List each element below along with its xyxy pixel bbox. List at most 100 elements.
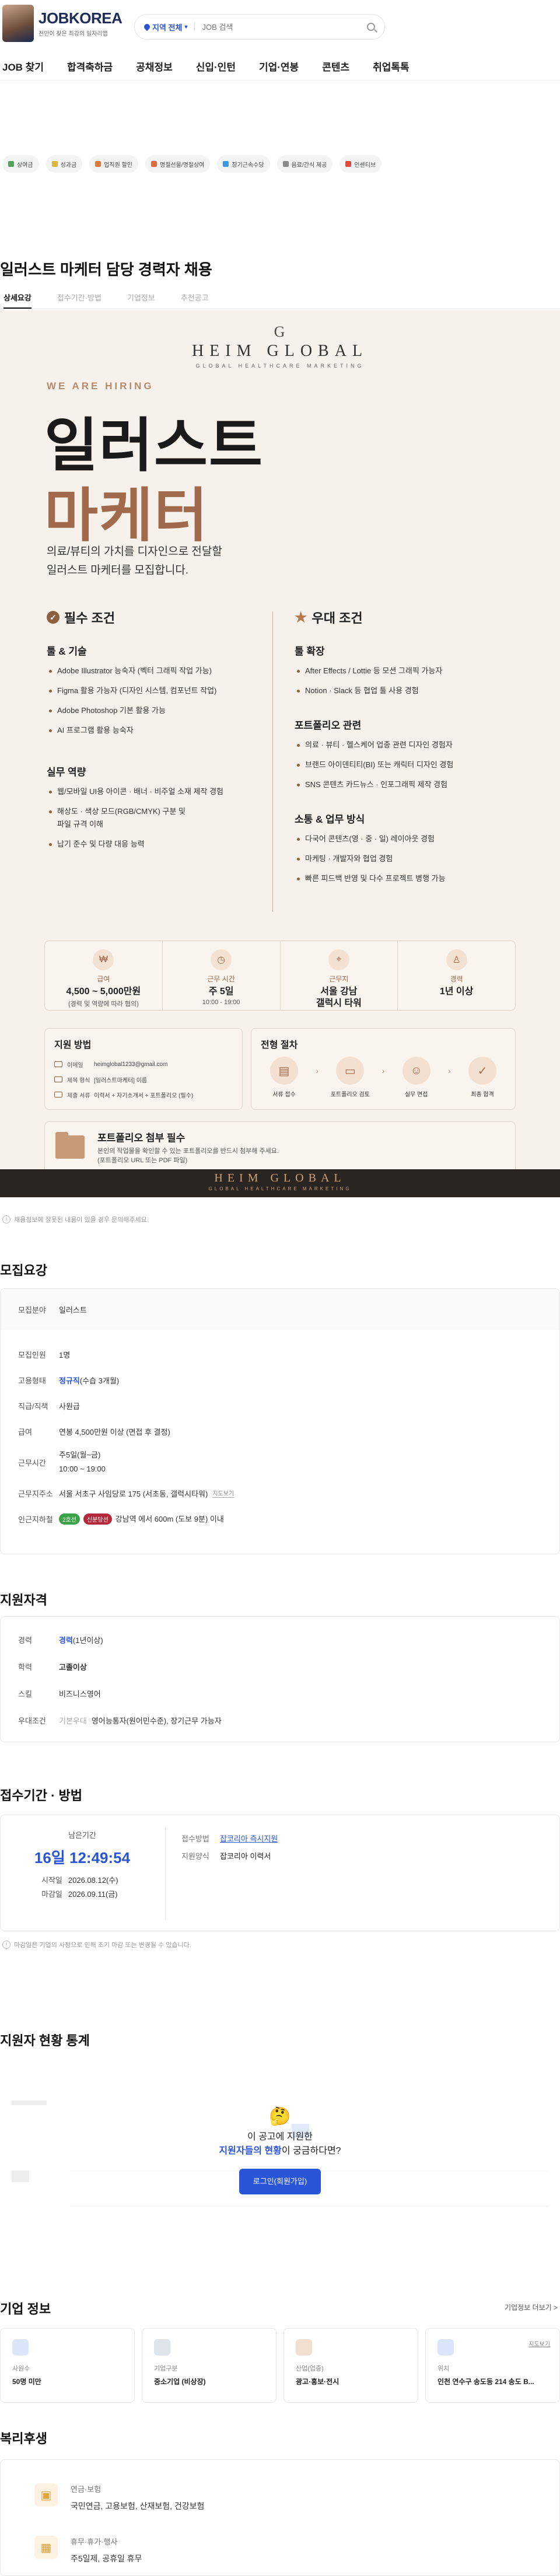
clock-icon: ◷ (211, 949, 232, 970)
logo-subtitle: 천만이 찾은 최강의 일자리앱 (38, 31, 108, 37)
map-link[interactable]: 지도보기 (528, 2339, 550, 2348)
report-notice[interactable]: ! 채용정보에 잘못된 내용이 있을 경우 문의해주세요. (2, 1215, 149, 1224)
portfolio-desc: 본인의 작업물을 확인할 수 있는 포트폴리오를 반드시 첨부해 주세요. (포트… (97, 1147, 279, 1164)
nav-job-search[interactable]: JOB 찾기 (2, 59, 44, 74)
qual-row: 스킬 비즈니스영어 (18, 1689, 101, 1698)
required-column: ✓ 필수 조건 툴 & 기술 Adobe Illustrator 능숙자 (벡터 … (47, 608, 257, 854)
folder-icon: ▭ (336, 1057, 365, 1085)
process-box: 전형 절차 ▤ 서류 접수 › ▭ 포트폴리오 검토 › ☺ 실무 면접 › ✓ 최종 … (251, 1028, 516, 1110)
summary-row: 급여 연봉 4,500만원 이상 (면접 후 결정) (18, 1427, 170, 1436)
login-button[interactable]: 로그인(회원가입) (239, 2169, 321, 2194)
portfolio-heading: 포트폴리오 관련 (295, 720, 362, 731)
summary-row: 직급/직책 사원급 (18, 1401, 80, 1411)
logo[interactable]: JOBKOREA 천만이 찾은 최강의 일자리앱 (2, 5, 123, 42)
check-circle-icon: ✓ (468, 1057, 496, 1085)
shield-icon: ▣ (34, 2483, 58, 2507)
won-icon: ₩ (93, 949, 114, 970)
poster-info-row: ₩ 급여 4,500 ~ 5,000만원 (경력 및 역량에 따라 협의) ◷ 근무 시… (44, 941, 516, 1011)
tab-detail[interactable]: 상세요강 (4, 292, 32, 309)
chip-snacks: 음료/간식 제공 (276, 155, 333, 173)
tools-heading: 툴 & 기술 (47, 646, 87, 657)
building-icon (154, 2339, 170, 2355)
step-final: ✓ 최종 합격 (459, 1057, 506, 1098)
list-item: 의료 · 뷰티 · 헬스케어 업종 관련 디자인 경험자 (295, 735, 505, 755)
info-career: ♙ 경력 1년 이상 (398, 941, 515, 1010)
poster-title-2: 마케터 (44, 483, 209, 548)
welfare-box: ▣ 연금·보험 국민연금, 고용보험, 산재보험, 건강보험 ▦ 휴무·휴가·행사 주5… (0, 2459, 560, 2576)
tab-recommend[interactable]: 추천공고 (181, 292, 209, 309)
summary-row: 인근지하철 2호선 신분당선 강남역 에서 600m (도보 9분) 이내 (18, 1514, 224, 1525)
deadline-notice: ! 마감일은 기업의 사정으로 인해 조기 마감 또는 변경될 수 있습니다. (2, 1940, 191, 1949)
deadline-method: 접수방법 잡코리아 즉시지원 지원양식 잡코리아 이력서 (181, 1834, 278, 1861)
poster-brand-sub: GLOBAL HEALTHCARE MARKETING (195, 363, 365, 369)
poster-brand: HEIM GLOBAL (191, 342, 369, 360)
star-icon: ★ (295, 609, 307, 625)
poster-intro: 의료/뷰티의 가치를 디자인으로 전달할 일러스트 마케터를 모집합니다. (47, 546, 222, 576)
nav-company-salary[interactable]: 기업·연봉 (259, 59, 299, 74)
location-selector[interactable]: 지역 전체 ▾ (142, 22, 187, 33)
chip-bonus: 상여금 (2, 155, 39, 173)
list-item: SNS 콘텐츠 카드뉴스 · 인포그래픽 제작 경험 (295, 775, 505, 795)
location-pin-icon (142, 22, 152, 32)
nav-public-recruit[interactable]: 공채정보 (136, 59, 173, 74)
apply-now-link[interactable]: 잡코리아 즉시지원 (220, 1834, 278, 1843)
company-card-type: 기업구분 중소기업 (비상장) (142, 2328, 276, 2403)
global-nav: JOB 찾기 합격축하금 공채정보 신입·인턴 기업·연봉 콘텐츠 취업톡톡 (0, 53, 560, 81)
step-portfolio: ▭ 포트폴리오 검토 (327, 1057, 373, 1098)
list-item: AI 프로그램 활용 능숙자 (47, 721, 257, 740)
poster-logo-mark: G (274, 323, 286, 340)
divider (165, 1827, 166, 1920)
map-link[interactable]: 지도보기 (212, 1488, 235, 1498)
tab-application[interactable]: 접수기간·방법 (57, 292, 102, 309)
summary-row: 모집분야 일러스트 (1, 1289, 559, 1330)
comm-heading: 소통 & 업무 방식 (295, 814, 365, 825)
welfare-item: ▣ 연금·보험 국민연금, 고용보험, 산재보험, 건강보험 (34, 2483, 204, 2512)
welfare-item: ▦ 휴무·휴가·행사 주5일제, 공휴일 휴무 (34, 2536, 142, 2564)
qualification-box: 경력 경력(1년이상) 학력 고졸이상 스킬 비즈니스영어 우대조건 기본우대 영어능통자… (0, 1616, 560, 1742)
list-item: Adobe Photoshop 기본 활용 가능 (47, 701, 257, 721)
tool-ext-heading: 툴 확장 (295, 646, 325, 657)
info-hours: ◷ 근무 시간 주 5일 10:00 - 19:00 (163, 941, 281, 1010)
apply-method-box: 지원 방법 이메일 heimglobal1233@gmail.com 제목 형식[… (44, 1028, 243, 1110)
info-icon: ! (2, 1215, 10, 1224)
chip-longterm-allowance: 장기근속수당 (217, 155, 270, 173)
list-item: 웹/모바일 UI용 아이콘 · 배너 · 비주얼 소재 제작 경험 (47, 782, 257, 802)
search-input[interactable] (202, 22, 367, 32)
preferred-heading: ★ 우대 조건 (295, 609, 363, 626)
work-heading: 실무 역량 (47, 767, 86, 778)
deadline-heading: 접수기간 · 방법 (0, 1788, 82, 1803)
company-more-link[interactable]: 기업정보 더보기 > (505, 2302, 558, 2312)
nav-congrats-bonus[interactable]: 합격축하금 (67, 59, 113, 74)
deadline-countdown: 남은기간 16일 12:49:54 시작일 2026.08.12(수) 마감일 202… (24, 1829, 141, 1902)
poster-footer: HEIM GLOBAL GLOBAL HEALTHCARE MARKETING (0, 1169, 560, 1197)
page: { "header":{"logo":"JOBKOREA","logo_sub"… (0, 0, 560, 2576)
search-icon[interactable] (367, 23, 375, 31)
list-item: Notion · Slack 등 협업 툴 사용 경험 (295, 681, 505, 701)
stats-login-overlay: 🤔 이 공고에 지원한 지원자들의 현황이 궁금하다면? 로그인(회원가입) (0, 2106, 560, 2194)
subway-line-2-badge: 2호선 (59, 1514, 80, 1525)
qual-row: 경력 경력(1년이상) (18, 1635, 103, 1645)
step-interview: ☺ 실무 면접 (393, 1057, 440, 1098)
company-heading: 기업 정보 (0, 2302, 51, 2316)
logo-avatar (2, 5, 34, 42)
list-item: 파일 규격 이해 (57, 820, 103, 829)
nav-job-talk[interactable]: 취업톡톡 (373, 59, 410, 74)
divider (194, 22, 195, 32)
company-card-industry: 산업(업종) 광고·홍보·전시 (284, 2328, 418, 2403)
list-item: 납기 준수 및 다량 대응 능력 (47, 834, 257, 854)
poster-hiring: WE ARE HIRING (47, 380, 154, 392)
gift-icon (8, 161, 14, 167)
location-icon: ⌖ (328, 949, 349, 970)
qual-row: 우대조건 기본우대 영어능통자(원어민수준), 장기근무 가능자 (18, 1716, 222, 1725)
logo-text: JOBKOREA (38, 9, 123, 27)
medal-icon (223, 161, 229, 167)
apply-subject-row: 제목 형식 [일러스트마케터] 이름 (54, 1072, 233, 1087)
summary-heading: 모집요강 (0, 1263, 47, 1278)
nav-newcomer-intern[interactable]: 신입·인턴 (196, 59, 236, 74)
tab-company[interactable]: 기업정보 (127, 292, 155, 309)
job-poster: G HEIM GLOBAL GLOBAL HEALTHCARE MARKETIN… (0, 310, 560, 1197)
company-card-location: 지도보기 위치 인천 연수구 송도동 214 송도 B... (425, 2328, 560, 2403)
nav-contents[interactable]: 콘텐츠 (322, 59, 349, 74)
summary-row: 근무시간 주5일(월~금) 10:00 ~ 19:00 (18, 1450, 106, 1473)
job-title: 일러스트 마케터 담당 경력자 채용 (0, 261, 212, 278)
